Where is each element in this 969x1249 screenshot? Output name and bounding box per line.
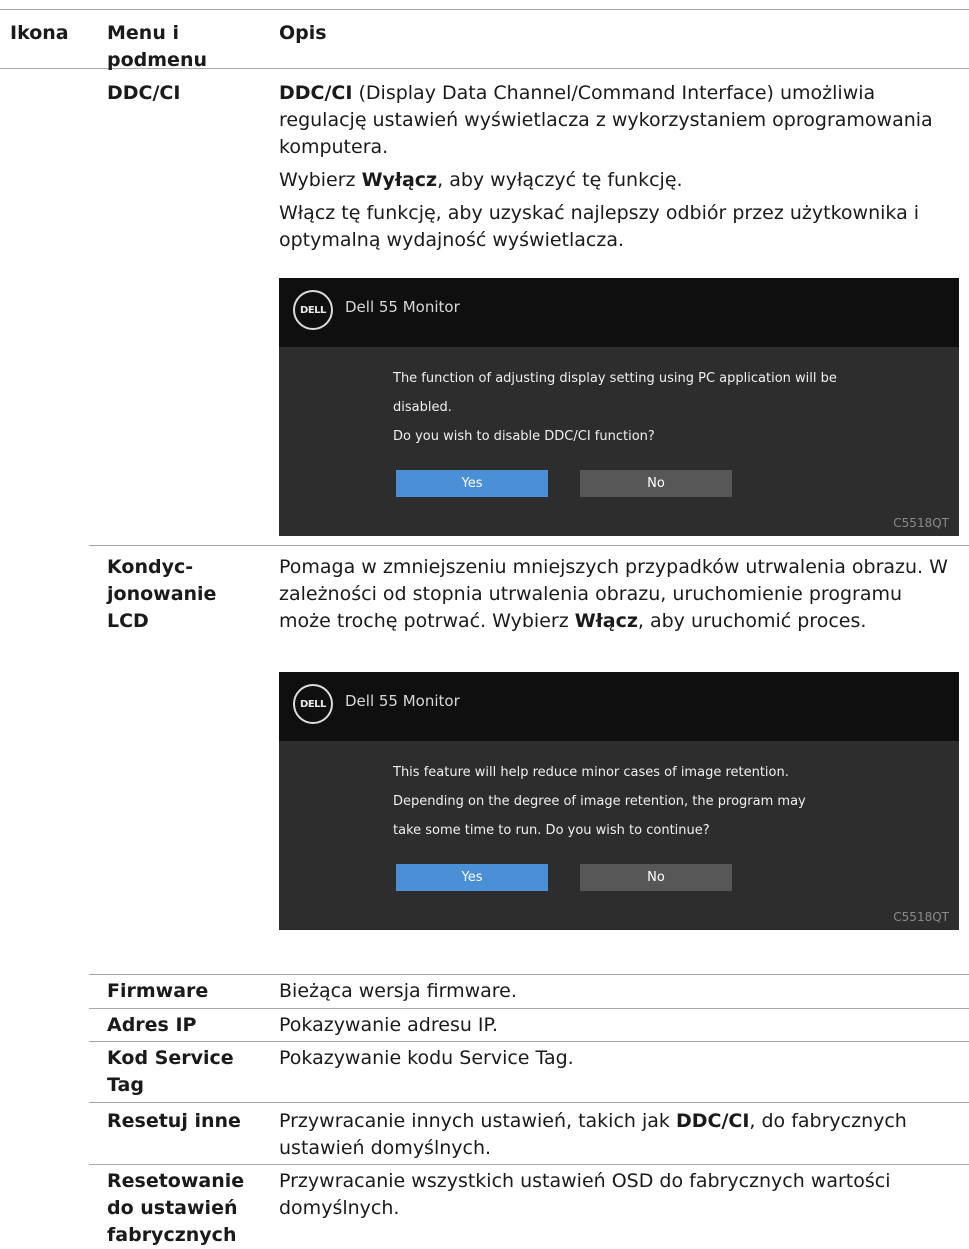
osd-message-line: disabled. xyxy=(393,400,452,415)
osd-title-bar: DELL Dell 55 Monitor xyxy=(279,672,959,741)
description-reset-others: Przywracanie innych ustawień, takich jak… xyxy=(279,1108,959,1162)
model-label: C5518QT xyxy=(893,910,949,924)
yes-button[interactable]: Yes xyxy=(396,470,548,497)
osd-dialog-lcd-conditioning: DELL Dell 55 Monitor This feature will h… xyxy=(279,672,959,930)
no-button[interactable]: No xyxy=(580,470,732,497)
osd-dialog-ddc-ci: DELL Dell 55 Monitor The function of adj… xyxy=(279,278,959,536)
text-span: (Display Data Channel/Command Interface)… xyxy=(279,82,933,158)
osd-message-line: Depending on the degree of image retenti… xyxy=(393,794,806,809)
ddc-ci-paragraph: DDC/CI (Display Data Channel/Command Int… xyxy=(279,80,959,161)
menu-lcd-conditioning: Kondyc-jonowanie LCD xyxy=(107,556,217,632)
text-span: , aby uruchomić proces. xyxy=(637,610,867,632)
description-firmware: Bieżąca wersja firmware. xyxy=(279,980,517,1002)
text-span: , aby wyłączyć tę funkcję. xyxy=(437,169,683,191)
ddc-ci-paragraph: Wybierz Wyłącz, aby wyłączyć tę funkcję. xyxy=(279,167,959,194)
menu-reset-others: Resetuj inne xyxy=(107,1110,241,1132)
dell-logo-icon: DELL xyxy=(293,290,333,330)
model-label: C5518QT xyxy=(893,516,949,530)
bold-term: DDC/CI xyxy=(675,1110,750,1132)
text-span: Przywracanie innych ustawień, takich jak xyxy=(279,1110,676,1132)
osd-message-line: The function of adjusting display settin… xyxy=(393,371,837,386)
row-divider xyxy=(89,974,969,975)
menu-firmware: Firmware xyxy=(107,980,209,1002)
row-divider xyxy=(89,1041,969,1042)
osd-title: Dell 55 Monitor xyxy=(345,298,460,316)
ddc-ci-paragraph: Włącz tę funkcję, aby uzyskać najlepszy … xyxy=(279,202,920,251)
menu-ddc-ci: DDC/CI xyxy=(107,82,181,104)
header-description: Opis xyxy=(279,22,327,44)
osd-title-bar: DELL Dell 55 Monitor xyxy=(279,278,959,347)
row-divider xyxy=(89,1008,969,1009)
dell-logo-icon: DELL xyxy=(293,684,333,724)
no-button[interactable]: No xyxy=(580,864,732,891)
osd-title: Dell 55 Monitor xyxy=(345,692,460,710)
menu-factory-reset: Resetowanie do ustawień fabrycznych xyxy=(107,1170,245,1246)
osd-message-line: This feature will help reduce minor case… xyxy=(393,765,789,780)
lcd-paragraph: Pomaga w zmniejszeniu mniejszych przypad… xyxy=(279,554,959,635)
description-factory-reset: Przywracanie wszystkich ustawień OSD do … xyxy=(279,1170,891,1219)
osd-message-line: take some time to run. Do you wish to co… xyxy=(393,823,710,838)
description-lcd-conditioning: Pomaga w zmniejszeniu mniejszych przypad… xyxy=(279,554,959,635)
description-ip-address: Pokazywanie adresu IP. xyxy=(279,1014,499,1036)
osd-message: The function of adjusting display settin… xyxy=(393,364,933,451)
bold-term: DDC/CI xyxy=(279,82,353,104)
osd-message-line: Do you wish to disable DDC/CI function? xyxy=(393,429,655,444)
osd-message: This feature will help reduce minor case… xyxy=(393,758,933,845)
yes-button[interactable]: Yes xyxy=(396,864,548,891)
table-top-border xyxy=(0,9,969,10)
header-menu: Menu i podmenu xyxy=(107,22,207,71)
bold-term: Wyłącz xyxy=(361,169,438,191)
row-divider xyxy=(89,1164,969,1165)
menu-ip-address: Adres IP xyxy=(107,1014,197,1036)
description-ddc-ci: DDC/CI (Display Data Channel/Command Int… xyxy=(279,80,959,254)
text-span: Wybierz xyxy=(279,169,362,191)
row-divider xyxy=(89,1102,969,1103)
row-divider xyxy=(89,545,969,546)
menu-service-tag: Kod Service Tag xyxy=(107,1047,234,1096)
reset-others-paragraph: Przywracanie innych ustawień, takich jak… xyxy=(279,1108,959,1162)
bold-term: Włącz xyxy=(574,610,638,632)
description-service-tag: Pokazywanie kodu Service Tag. xyxy=(279,1047,574,1069)
header-icon: Ikona xyxy=(10,22,69,44)
